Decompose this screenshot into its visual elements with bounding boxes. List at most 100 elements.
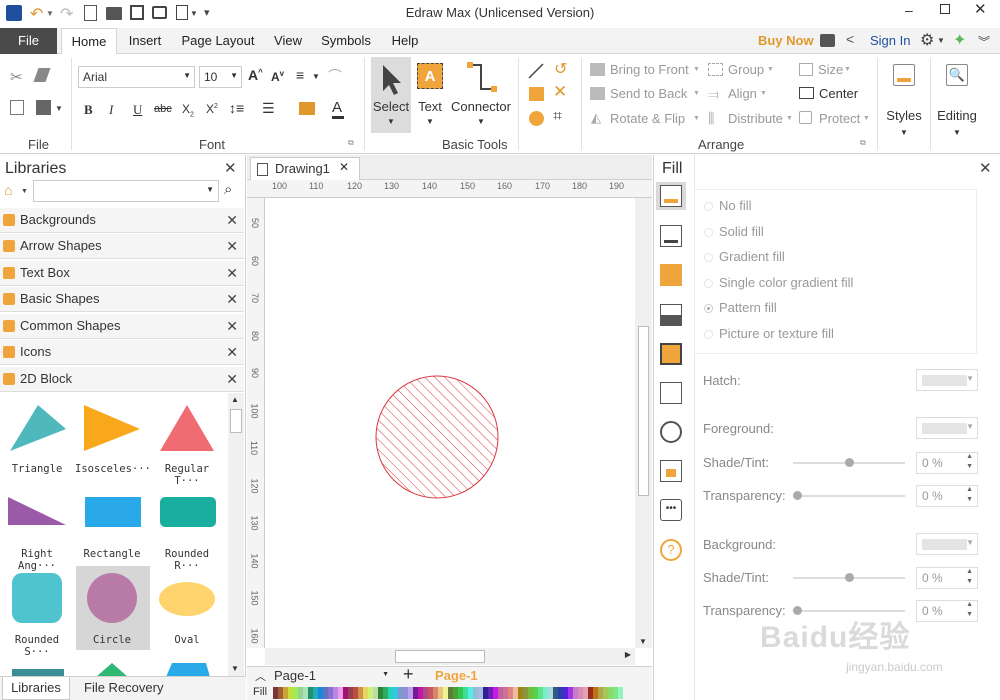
library-item-text-box[interactable]: Text Box ✕ — [0, 261, 244, 286]
tab-file[interactable]: File — [0, 28, 57, 54]
option-single-color-gradient-fill[interactable]: Single color gradient fill — [719, 275, 853, 290]
triangle-shape[interactable] — [10, 405, 66, 451]
scroll-down-icon[interactable]: ▼ — [231, 664, 239, 673]
radio-gradient-fill[interactable] — [704, 253, 713, 262]
canvas-vertical-scrollbar[interactable]: ▼ — [635, 198, 652, 648]
cart-icon[interactable] — [820, 34, 835, 47]
scroll-up-icon[interactable]: ▲ — [231, 395, 239, 404]
spin-down-icon[interactable]: ▼ — [966, 611, 973, 618]
maximize-button[interactable] — [940, 4, 950, 14]
align-dropdown-icon[interactable]: ▼ — [312, 72, 320, 81]
home-library-icon[interactable]: ⌂ — [4, 182, 12, 198]
paste-icon[interactable] — [36, 100, 51, 115]
size-dropdown-icon[interactable]: ▼ — [844, 66, 851, 73]
drawing-canvas[interactable] — [265, 198, 635, 648]
partial-shape[interactable] — [166, 663, 210, 676]
spin-up-icon[interactable]: ▲ — [966, 601, 973, 608]
align-button[interactable]: Align — [728, 86, 757, 101]
hatch-select[interactable]: ▼ — [916, 369, 978, 391]
fg-transparency-input[interactable]: 0 % ▲ ▼ — [916, 485, 978, 507]
rounded-rectangle-shape[interactable] — [160, 497, 216, 527]
size-button[interactable]: Size — [818, 62, 843, 77]
radio-single-color-gradient-fill[interactable] — [704, 279, 713, 288]
close-library-icon[interactable]: ✕ — [226, 234, 238, 258]
arrange-dialog-launcher-icon[interactable]: ⧉ — [860, 138, 866, 148]
theme-icon[interactable]: ✦ — [953, 30, 966, 50]
grow-font-icon[interactable]: A^ — [248, 67, 263, 83]
align-dropdown-icon[interactable]: ▼ — [760, 90, 767, 97]
format-painter-icon[interactable] — [33, 68, 51, 82]
layer-icon[interactable] — [660, 343, 682, 365]
crop-tool-icon[interactable]: ⌗ — [553, 108, 562, 126]
tab-page-layout[interactable]: Page Layout — [176, 28, 260, 54]
text-tool-button[interactable]: A Text ▼ — [415, 57, 445, 133]
foreground-color-select[interactable]: ▼ — [916, 417, 978, 439]
fg-transparency-slider[interactable] — [793, 491, 905, 500]
page-properties-icon[interactable] — [660, 382, 682, 404]
shrink-font-icon[interactable]: Av — [271, 69, 284, 84]
group-dropdown-icon[interactable]: ▼ — [767, 66, 774, 73]
superscript-icon[interactable]: X2 — [206, 102, 218, 116]
line-spacing-icon[interactable]: ↕≡ — [229, 100, 244, 116]
library-item-common-shapes[interactable]: Common Shapes ✕ — [0, 314, 244, 339]
tab-insert[interactable]: Insert — [122, 28, 168, 54]
library-item-arrow-shapes[interactable]: Arrow Shapes ✕ — [0, 234, 244, 259]
collapse-pages-icon[interactable]: ︿ — [255, 668, 266, 684]
hatched-circle[interactable] — [265, 198, 635, 648]
protect-dropdown-icon[interactable]: ▼ — [863, 115, 870, 122]
search-icon[interactable]: ⌕ — [224, 181, 232, 198]
library-item-icons[interactable]: Icons ✕ — [0, 340, 244, 365]
circle-tool-icon[interactable] — [529, 111, 544, 126]
line-style-icon[interactable] — [660, 225, 682, 247]
palette-swatch[interactable] — [618, 687, 623, 699]
help-icon[interactable]: ? — [660, 539, 682, 561]
buy-now-link[interactable]: Buy Now — [758, 33, 814, 48]
option-picture-fill[interactable]: Picture or texture fill — [719, 326, 834, 341]
close-library-icon[interactable]: ✕ — [226, 287, 238, 311]
arc-tool-icon[interactable]: ↺ — [554, 59, 567, 79]
option-solid-fill[interactable]: Solid fill — [719, 224, 764, 239]
add-page-button[interactable]: + — [403, 664, 414, 685]
minimize-button[interactable]: – — [905, 2, 913, 18]
font-size-select[interactable]: 10 ▼ — [199, 66, 242, 88]
styles-button[interactable]: Styles ▼ — [882, 58, 926, 148]
font-dialog-launcher-icon[interactable]: ⧉ — [348, 138, 354, 148]
attachment-icon[interactable] — [660, 460, 682, 482]
image-icon[interactable] — [660, 304, 682, 326]
scroll-thumb[interactable] — [395, 650, 485, 663]
comment-icon[interactable]: ••• — [660, 499, 682, 521]
slider-knob[interactable] — [845, 458, 854, 467]
oval-shape[interactable] — [159, 582, 215, 616]
fg-shade-input[interactable]: 0 % ▲ ▼ — [916, 452, 978, 474]
isosceles-shape[interactable] — [84, 405, 140, 451]
select-tool-button[interactable]: Select ▼ — [371, 57, 411, 133]
bg-transparency-input[interactable]: 0 % ▲ ▼ — [916, 600, 978, 622]
bring-to-front-button[interactable]: Bring to Front — [610, 62, 689, 77]
line-tool-icon[interactable] — [527, 62, 545, 80]
tab-help[interactable]: Help — [386, 28, 424, 54]
spin-up-icon[interactable]: ▲ — [966, 453, 973, 460]
library-item-backgrounds[interactable]: Backgrounds ✕ — [0, 208, 244, 233]
font-color-icon[interactable]: A — [332, 99, 342, 116]
tab-view[interactable]: View — [268, 28, 308, 54]
tab-symbols[interactable]: Symbols — [316, 28, 376, 54]
spin-down-icon[interactable]: ▼ — [966, 496, 973, 503]
fill-bucket-icon[interactable] — [660, 185, 682, 207]
spin-up-icon[interactable]: ▲ — [966, 568, 973, 575]
close-window-button[interactable]: ✕ — [974, 0, 987, 18]
distribute-button[interactable]: Distribute — [728, 111, 783, 126]
paste-dropdown-icon[interactable]: ▼ — [55, 104, 63, 113]
bullets-icon[interactable]: ☰ — [262, 100, 275, 117]
right-angle-shape[interactable] — [8, 497, 66, 525]
canvas-horizontal-scrollbar[interactable]: ▶ — [265, 648, 635, 665]
settings-gear-icon[interactable]: ⚙ — [920, 30, 934, 50]
close-library-icon[interactable]: ✕ — [226, 367, 238, 391]
hyperlink-globe-icon[interactable] — [660, 421, 682, 443]
bring-front-dropdown-icon[interactable]: ▼ — [693, 66, 700, 73]
option-gradient-fill[interactable]: Gradient fill — [719, 249, 785, 264]
bg-shade-input[interactable]: 0 % ▲ ▼ — [916, 567, 978, 589]
center-button[interactable]: Center — [819, 86, 858, 101]
settings-dropdown-icon[interactable]: ▼ — [937, 36, 945, 45]
color-palette[interactable] — [273, 687, 623, 699]
subscript-icon[interactable]: X2 — [182, 102, 194, 118]
